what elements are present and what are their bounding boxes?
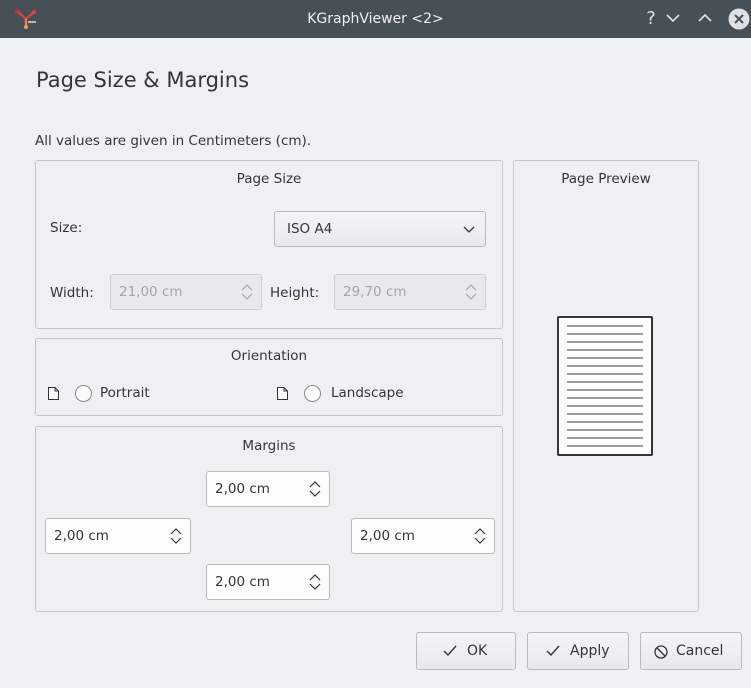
landscape-label[interactable]: Landscape [331, 385, 404, 401]
apply-label: Apply [570, 643, 610, 659]
margins-group-title: Margins [242, 438, 296, 454]
page-preview-group-title: Page Preview [561, 171, 651, 187]
spin-arrows-icon [170, 528, 182, 544]
preview-text-lines [567, 325, 643, 447]
portrait-label[interactable]: Portrait [100, 385, 150, 401]
top-margin-spinbox[interactable]: 2,00 cm [206, 471, 330, 507]
spin-arrows-icon [309, 574, 321, 590]
top-margin-value: 2,00 cm [215, 481, 270, 497]
cancel-button[interactable]: Cancel [640, 632, 742, 670]
width-spinbox[interactable]: 21,00 cm [110, 274, 262, 310]
page-size-group-title: Page Size [236, 171, 302, 187]
window-title: KGraphViewer <2> [307, 11, 444, 27]
title-bar: KGraphViewer <2> ? [0, 0, 751, 38]
ok-label: OK [467, 643, 488, 659]
spin-arrows-icon [241, 284, 253, 300]
landscape-page-icon [277, 387, 288, 400]
spin-arrows-icon [465, 284, 477, 300]
bottom-margin-spinbox[interactable]: 2,00 cm [206, 564, 330, 600]
size-label: Size: [50, 220, 83, 236]
orientation-group: Orientation Portrait Landscape [35, 338, 503, 416]
page-size-value: ISO A4 [287, 221, 333, 237]
units-note: All values are given in Centimeters (cm)… [35, 133, 312, 149]
width-label: Width: [50, 285, 94, 301]
spin-arrows-icon [474, 528, 486, 544]
close-button[interactable] [728, 8, 750, 30]
page-preview-paper [557, 316, 653, 456]
portrait-radio[interactable] [75, 385, 92, 402]
cancel-label: Cancel [676, 643, 724, 659]
landscape-radio[interactable] [304, 385, 321, 402]
height-value: 29,70 cm [343, 284, 407, 300]
page-size-group: Page Size Size: ISO A4 Width: 21,00 cm H… [35, 160, 503, 329]
margins-group: Margins 2,00 cm 2,00 cm 2,00 cm 2,00 cm [35, 426, 503, 612]
dialog-heading: Page Size & Margins [36, 68, 250, 92]
spin-arrows-icon [309, 481, 321, 497]
orientation-group-title: Orientation [230, 348, 308, 364]
chevron-down-icon [463, 226, 475, 233]
maximize-button[interactable] [698, 13, 712, 23]
check-icon [443, 645, 457, 656]
help-button[interactable]: ? [640, 8, 662, 30]
apply-button[interactable]: Apply [527, 632, 629, 670]
page-size-combo[interactable]: ISO A4 [274, 211, 486, 247]
minimize-button[interactable] [666, 13, 680, 23]
width-value: 21,00 cm [119, 284, 183, 300]
left-margin-spinbox[interactable]: 2,00 cm [45, 518, 191, 554]
bottom-margin-value: 2,00 cm [215, 574, 270, 590]
right-margin-value: 2,00 cm [360, 528, 415, 544]
check-icon [546, 645, 560, 656]
ok-button[interactable]: OK [416, 632, 516, 670]
height-spinbox[interactable]: 29,70 cm [334, 274, 486, 310]
left-margin-value: 2,00 cm [54, 528, 109, 544]
height-label: Height: [270, 285, 320, 301]
cancel-icon [654, 645, 668, 659]
portrait-page-icon [48, 387, 59, 400]
right-margin-spinbox[interactable]: 2,00 cm [351, 518, 495, 554]
